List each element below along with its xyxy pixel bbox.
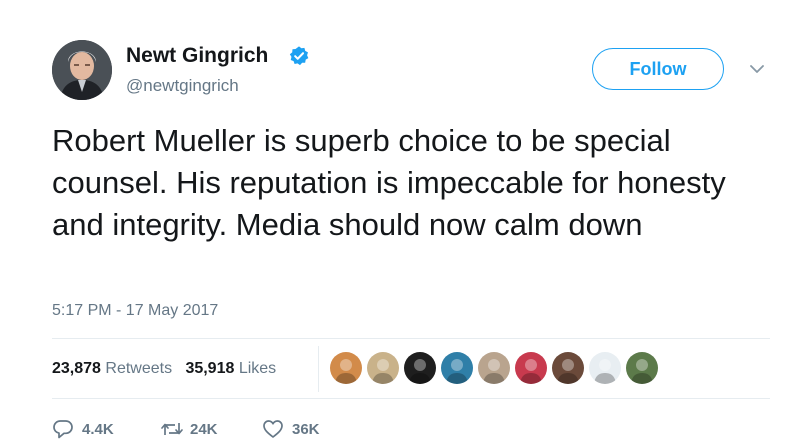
reply-count: 4.4K: [82, 421, 114, 438]
likes-label: Likes: [238, 360, 277, 377]
liker-avatar-icon: [515, 352, 547, 384]
follow-button[interactable]: Follow: [592, 48, 724, 90]
divider: [52, 338, 770, 339]
author-avatar[interactable]: [52, 40, 112, 100]
retweets-stat[interactable]: 23,878 Retweets: [52, 360, 172, 377]
liker-avatar[interactable]: [441, 352, 473, 384]
tweet-text: Robert Mueller is superb choice to be sp…: [52, 123, 726, 242]
liker-avatar[interactable]: [552, 352, 584, 384]
tweet-timestamp[interactable]: 5:17 PM - 17 May 2017: [52, 302, 218, 320]
liker-avatar[interactable]: [330, 352, 362, 384]
liker-avatar-icon: [404, 352, 436, 384]
engagement-stats: 23,878 Retweets 35,918 Likes: [52, 360, 276, 378]
tweet-card: Newt Gingrich @newtgingrich Follow Rober…: [0, 0, 790, 440]
retweets-count: 23,878: [52, 360, 101, 377]
liker-avatar[interactable]: [404, 352, 436, 384]
chevron-down-icon[interactable]: [749, 63, 765, 75]
retweets-label: Retweets: [105, 360, 173, 377]
likes-count: 35,918: [185, 360, 235, 377]
reply-icon: [53, 420, 73, 439]
liker-avatar-icon: [330, 352, 362, 384]
liker-avatar-icon: [478, 352, 510, 384]
like-count: 36K: [292, 421, 320, 438]
liker-avatar-icon: [367, 352, 399, 384]
liker-avatar[interactable]: [478, 352, 510, 384]
liker-avatar-icon: [552, 352, 584, 384]
liker-avatar-icon: [626, 352, 658, 384]
liker-avatar[interactable]: [626, 352, 658, 384]
liker-avatar-icon: [589, 352, 621, 384]
author-name[interactable]: Newt Gingrich: [126, 44, 268, 68]
heart-icon: [263, 420, 283, 438]
liker-avatar[interactable]: [515, 352, 547, 384]
liker-avatar-icon: [441, 352, 473, 384]
stats-divider: [318, 346, 319, 392]
likes-stat[interactable]: 35,918 Likes: [185, 360, 276, 377]
retweet-icon: [161, 423, 183, 435]
liker-avatar[interactable]: [367, 352, 399, 384]
verified-badge-icon: [289, 46, 309, 66]
liker-avatar[interactable]: [589, 352, 621, 384]
divider: [52, 398, 770, 399]
retweet-count: 24K: [190, 421, 218, 438]
author-handle[interactable]: @newtgingrich: [126, 76, 239, 96]
profile-photo-icon: [52, 40, 112, 100]
